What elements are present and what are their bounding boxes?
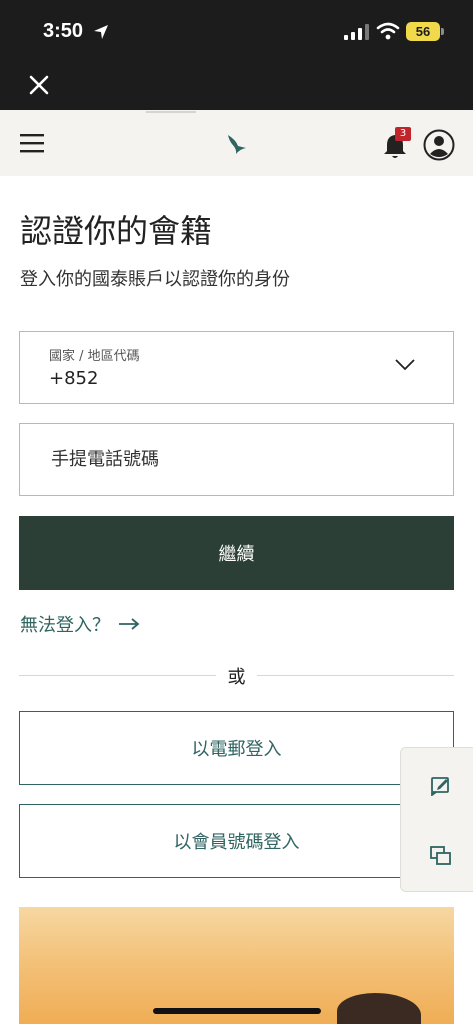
location-arrow-icon [94,25,108,39]
feedback-icon[interactable] [430,774,452,796]
notification-badge: 3 [395,127,411,141]
chevron-down-icon [395,359,415,371]
battery-cap [441,28,444,35]
cant-login-link[interactable]: 無法登入？ [20,611,140,637]
status-time: 3:50 [43,20,84,42]
app-header: 3 [0,110,473,176]
status-bar: 3:50 56 [0,0,473,62]
country-code-label: 國家 / 地區代碼 [49,349,140,364]
sheet-handle [146,111,196,113]
country-code-select[interactable]: 國家 / 地區代碼 +852 [19,331,454,404]
home-indicator [153,1008,321,1014]
battery-icon: 56 [406,22,440,41]
login-with-email-button[interactable]: 以電郵登入 [19,711,454,785]
chat-icon[interactable] [430,845,452,867]
cant-login-label: 無法登入？ [20,615,110,636]
mobile-number-input[interactable] [19,423,454,496]
floating-side-panel [400,747,473,892]
login-with-member-number-button[interactable]: 以會員號碼登入 [19,804,454,878]
close-icon[interactable] [26,72,52,98]
airline-logo-icon[interactable] [224,132,248,156]
signal-icon [344,24,369,40]
continue-button[interactable]: 繼續 [19,516,454,590]
account-icon[interactable] [423,129,455,161]
promo-image [19,907,454,1024]
rock-silhouette [337,993,421,1024]
page-title: 認證你的會籍 [20,212,213,250]
divider-or-text: 或 [227,667,246,688]
divider-line-left [19,675,216,676]
wifi-icon [376,22,400,40]
page-subtitle: 登入你的國泰賬戶以認證你的身份 [20,269,290,290]
country-code-value: +852 [49,368,99,389]
menu-icon[interactable] [20,132,44,154]
divider-line-right [257,675,454,676]
modal-top-bar [0,62,473,110]
arrow-right-icon [119,618,140,630]
